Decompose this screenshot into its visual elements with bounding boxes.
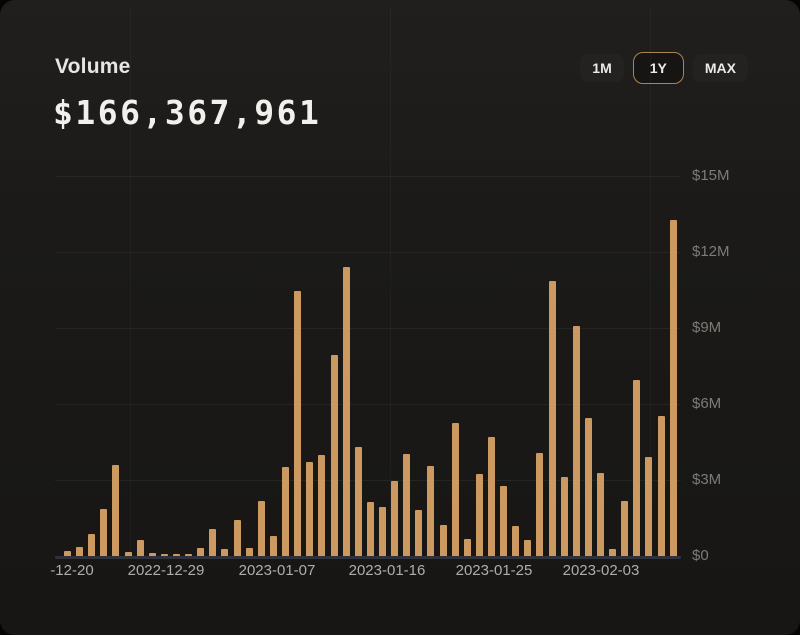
x-axis-label: 2023-01-07: [217, 562, 337, 580]
volume-bar[interactable]: [633, 380, 640, 556]
volume-bar[interactable]: [500, 486, 507, 556]
horizontal-gridline: [55, 404, 681, 405]
volume-bar[interactable]: [367, 502, 374, 556]
x-axis-label: 2023-01-25: [434, 562, 554, 580]
volume-bar[interactable]: [100, 509, 107, 556]
range-button-max[interactable]: MAX: [693, 54, 748, 82]
volume-bar[interactable]: [536, 453, 543, 556]
volume-bar[interactable]: [331, 355, 338, 556]
volume-bar[interactable]: [270, 536, 277, 556]
volume-bar[interactable]: [209, 529, 216, 556]
volume-bar[interactable]: [561, 477, 568, 556]
range-button-1y[interactable]: 1Y: [633, 52, 684, 84]
volume-bar[interactable]: [76, 547, 83, 556]
volume-bar[interactable]: [282, 467, 289, 556]
range-selector: 1M 1Y MAX: [580, 52, 748, 84]
x-axis-label: 2023-01-16: [327, 562, 447, 580]
range-button-1m[interactable]: 1M: [580, 54, 623, 82]
volume-bar[interactable]: [137, 540, 144, 556]
volume-bar[interactable]: [488, 437, 495, 556]
volume-bar[interactable]: [658, 416, 665, 556]
vertical-gridline: [130, 6, 131, 556]
volume-bar[interactable]: [343, 267, 350, 556]
y-axis-label: $6M: [692, 395, 721, 413]
y-axis-label: $0: [692, 547, 709, 565]
x-axis-baseline: [55, 556, 681, 559]
x-axis-label: 2023-02-03: [541, 562, 661, 580]
horizontal-gridline: [55, 176, 681, 177]
volume-bar[interactable]: [355, 447, 362, 556]
y-axis-label: $9M: [692, 319, 721, 337]
volume-bar[interactable]: [609, 549, 616, 556]
volume-bar[interactable]: [234, 520, 241, 556]
volume-bar[interactable]: [112, 465, 119, 556]
volume-bar[interactable]: [464, 539, 471, 556]
horizontal-gridline: [55, 328, 681, 329]
volume-bar[interactable]: [427, 466, 434, 556]
x-axis-label: 2022-12-29: [106, 562, 226, 580]
volume-bar[interactable]: [318, 455, 325, 556]
volume-bar[interactable]: [391, 481, 398, 556]
volume-bar[interactable]: [379, 507, 386, 556]
volume-bar[interactable]: [645, 457, 652, 556]
volume-bar[interactable]: [246, 548, 253, 556]
volume-value: $166,367,961: [53, 93, 321, 132]
volume-bar[interactable]: [440, 525, 447, 556]
volume-bar[interactable]: [452, 423, 459, 556]
volume-bar[interactable]: [585, 418, 592, 556]
volume-bar[interactable]: [549, 281, 556, 556]
volume-bar[interactable]: [573, 326, 580, 556]
y-axis-label: $3M: [692, 471, 721, 489]
volume-bar[interactable]: [197, 548, 204, 556]
y-axis-label: $12M: [692, 243, 730, 261]
volume-bar[interactable]: [306, 462, 313, 556]
volume-card: Volume $166,367,961 1M 1Y MAX $15M $12M $9…: [0, 0, 800, 635]
horizontal-gridline: [55, 252, 681, 253]
volume-bar[interactable]: [621, 501, 628, 556]
volume-bar[interactable]: [512, 526, 519, 556]
volume-bar[interactable]: [294, 291, 301, 556]
y-axis-label: $15M: [692, 167, 730, 185]
volume-bar[interactable]: [476, 474, 483, 556]
volume-label: Volume: [55, 55, 131, 79]
volume-bar[interactable]: [221, 549, 228, 556]
vertical-gridline: [390, 6, 391, 556]
volume-bar[interactable]: [403, 454, 410, 556]
volume-bar[interactable]: [670, 220, 677, 556]
volume-bar[interactable]: [88, 534, 95, 556]
volume-bar[interactable]: [597, 473, 604, 556]
volume-bar[interactable]: [415, 510, 422, 556]
volume-bar[interactable]: [524, 540, 531, 556]
volume-bar[interactable]: [258, 501, 265, 556]
